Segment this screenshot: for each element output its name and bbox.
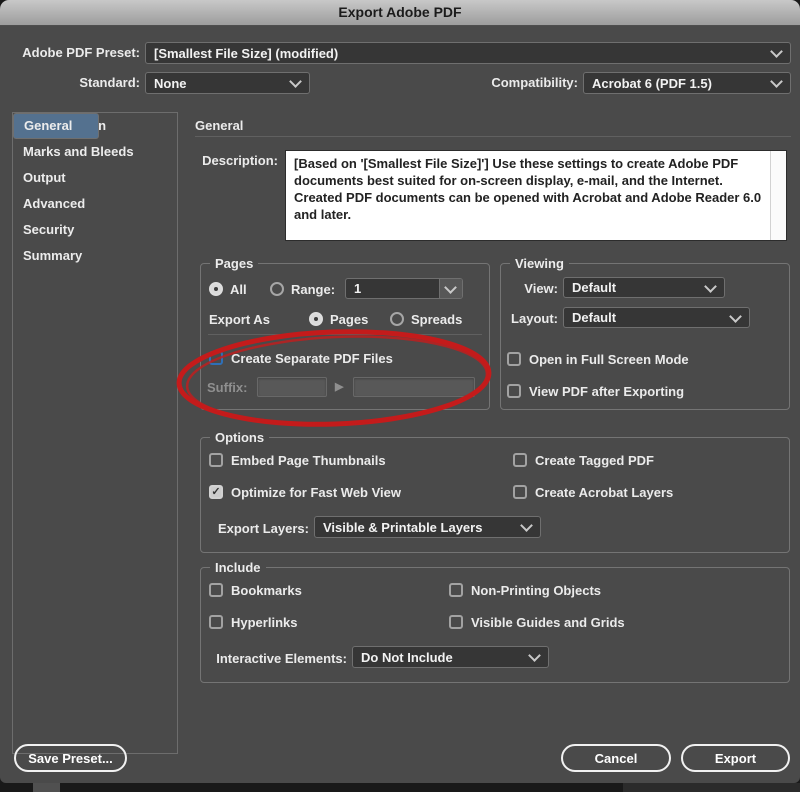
range-radio[interactable] [270, 282, 284, 296]
interactive-elements-select[interactable]: Do Not Include [352, 646, 549, 668]
textarea-scrollbar[interactable] [770, 151, 786, 240]
embed-thumbnails-checkbox[interactable] [209, 453, 223, 467]
suffix-input-left[interactable] [257, 377, 327, 397]
chevron-down-icon [770, 45, 783, 58]
titlebar: Export Adobe PDF [0, 0, 800, 26]
optimize-fast-web-view-checkbox[interactable]: ✓ [209, 485, 223, 499]
visible-guides-checkbox[interactable] [449, 615, 463, 629]
compatibility-select[interactable]: Acrobat 6 (PDF 1.5) [583, 72, 791, 94]
chevron-down-icon [729, 309, 742, 323]
include-legend: Include [210, 559, 266, 576]
viewing-legend: Viewing [510, 255, 569, 272]
settings-category-sidebar: General Compression Marks and Bleeds Out… [12, 112, 178, 754]
adobe-pdf-preset-value: [Smallest File Size] (modified) [154, 45, 339, 61]
spreads-radio-label: Spreads [411, 312, 463, 327]
create-separate-pdf-checkbox[interactable] [209, 351, 223, 365]
layout-value: Default [572, 310, 617, 325]
view-label: View: [524, 281, 558, 296]
chevron-down-icon [520, 519, 533, 532]
export-button[interactable]: Export [681, 744, 790, 772]
nonprinting-objects-label: Non-Printing Objects [471, 583, 601, 598]
sidebar-item-advanced[interactable]: Advanced [13, 191, 177, 217]
save-preset-button[interactable]: Save Preset... [14, 744, 127, 772]
sidebar-item-security[interactable]: Security [13, 217, 177, 243]
layout-label: Layout: [511, 311, 558, 326]
range-value: 1 [354, 281, 362, 296]
create-acrobat-layers-label: Create Acrobat Layers [535, 485, 674, 500]
hyperlinks-label: Hyperlinks [231, 615, 298, 630]
sidebar-item-output[interactable]: Output [13, 165, 177, 191]
view-pdf-after-export-checkbox[interactable] [507, 384, 521, 398]
options-legend: Options [210, 429, 270, 446]
open-fullscreen-checkbox[interactable] [507, 352, 521, 366]
embed-thumbnails-label: Embed Page Thumbnails [231, 453, 386, 468]
heading-divider [195, 136, 791, 137]
description-textarea[interactable]: [Based on '[Smallest File Size]'] Use th… [285, 150, 787, 241]
hyperlinks-checkbox[interactable] [209, 615, 223, 629]
create-tagged-pdf-label: Create Tagged PDF [535, 453, 654, 468]
suffix-label: Suffix: [207, 380, 248, 395]
export-layers-select[interactable]: Visible & Printable Layers [314, 516, 541, 538]
suffix-input-right[interactable] [353, 377, 475, 397]
bookmarks-checkbox[interactable] [209, 583, 223, 597]
range-combo[interactable]: 1 [345, 278, 463, 299]
sidebar-item-general[interactable]: General [13, 113, 100, 139]
chevron-down-icon [444, 280, 457, 294]
chevron-down-icon [289, 75, 302, 88]
desktop-strip-segment [623, 783, 800, 792]
view-value: Default [572, 280, 617, 295]
open-fullscreen-label: Open in Full Screen Mode [529, 352, 689, 367]
sidebar-item-summary[interactable]: Summary [13, 243, 177, 269]
chevron-down-icon [770, 75, 783, 88]
adobe-pdf-preset-label: Adobe PDF Preset: [22, 45, 140, 60]
nonprinting-objects-checkbox[interactable] [449, 583, 463, 597]
spreads-radio[interactable] [390, 312, 404, 326]
pages-radio-label: Pages [330, 312, 369, 327]
compatibility-label: Compatibility: [491, 75, 578, 90]
range-combo-button[interactable] [439, 279, 462, 298]
window-title: Export Adobe PDF [338, 4, 462, 20]
layout-select[interactable]: Default [563, 307, 750, 328]
create-acrobat-layers-checkbox[interactable] [513, 485, 527, 499]
optimize-fast-web-view-label: Optimize for Fast Web View [231, 485, 401, 500]
interactive-elements-label: Interactive Elements: [216, 651, 347, 666]
standard-select[interactable]: None [145, 72, 310, 94]
all-radio-label: All [230, 282, 247, 297]
pages-divider [208, 334, 482, 335]
chevron-down-icon [528, 649, 541, 662]
create-separate-pdf-label: Create Separate PDF Files [231, 351, 393, 366]
view-pdf-after-export-label: View PDF after Exporting [529, 384, 685, 399]
pages-legend: Pages [210, 255, 259, 272]
desktop-strip-segment [33, 783, 60, 792]
pages-radio[interactable] [309, 312, 323, 326]
cancel-button[interactable]: Cancel [561, 744, 671, 772]
chevron-down-icon [704, 279, 717, 293]
interactive-elements-value: Do Not Include [361, 649, 453, 665]
sidebar-item-marks-and-bleeds[interactable]: Marks and Bleeds [13, 139, 177, 165]
standard-label: Standard: [79, 75, 140, 90]
all-radio[interactable] [209, 282, 223, 296]
create-tagged-pdf-checkbox[interactable] [513, 453, 527, 467]
export-layers-label: Export Layers: [217, 521, 309, 536]
view-select[interactable]: Default [563, 277, 725, 298]
description-label: Description: [202, 153, 278, 168]
export-layers-value: Visible & Printable Layers [323, 519, 483, 535]
standard-value: None [154, 75, 187, 91]
range-radio-label: Range: [291, 282, 336, 297]
bookmarks-label: Bookmarks [231, 583, 302, 598]
export-as-label: Export As [209, 312, 270, 327]
description-text: [Based on '[Smallest File Size]'] Use th… [294, 156, 762, 222]
visible-guides-label: Visible Guides and Grids [471, 615, 625, 630]
compatibility-value: Acrobat 6 (PDF 1.5) [592, 75, 712, 91]
panel-heading: General [195, 118, 244, 133]
export-adobe-pdf-dialog: Export Adobe PDF Adobe PDF Preset: [Smal… [0, 0, 800, 792]
suffix-arrow-icon: ▶ [335, 381, 344, 393]
adobe-pdf-preset-select[interactable]: [Smallest File Size] (modified) [145, 42, 791, 64]
check-icon: ✓ [211, 486, 221, 498]
